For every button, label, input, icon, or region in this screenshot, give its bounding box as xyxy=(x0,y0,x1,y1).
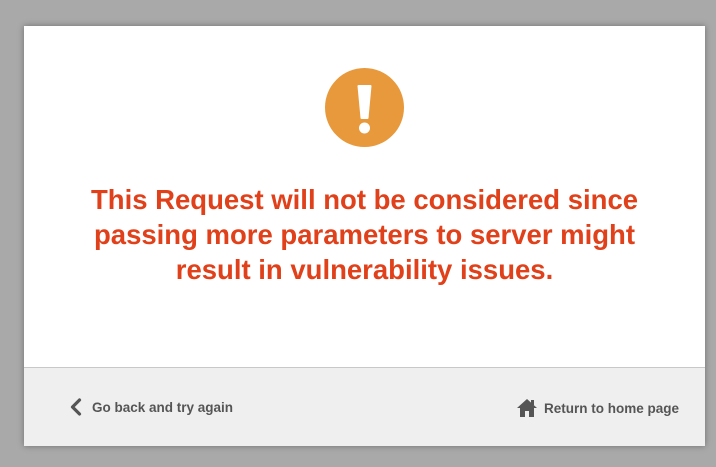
error-message-line: passing more parameters to server might xyxy=(93,219,636,250)
exclamation-warning-icon xyxy=(325,68,404,147)
go-back-label: Go back and try again xyxy=(92,399,234,415)
dialog-footer: Go back and try again Return to home pag… xyxy=(24,367,705,446)
error-dialog: This Request will not be considered sinc… xyxy=(24,26,705,446)
error-message: This Request will not be considered sinc… xyxy=(24,182,705,287)
chevron-left-icon xyxy=(69,398,83,416)
return-home-link[interactable]: Return to home page xyxy=(516,398,679,418)
error-message-line: result in vulnerability issues. xyxy=(175,254,554,285)
dialog-body: This Request will not be considered sinc… xyxy=(24,26,705,367)
return-home-label: Return to home page xyxy=(543,400,679,416)
error-message-line: This Request will not be considered sinc… xyxy=(90,184,639,215)
go-back-link[interactable]: Go back and try again xyxy=(69,398,233,416)
home-icon xyxy=(516,398,538,418)
